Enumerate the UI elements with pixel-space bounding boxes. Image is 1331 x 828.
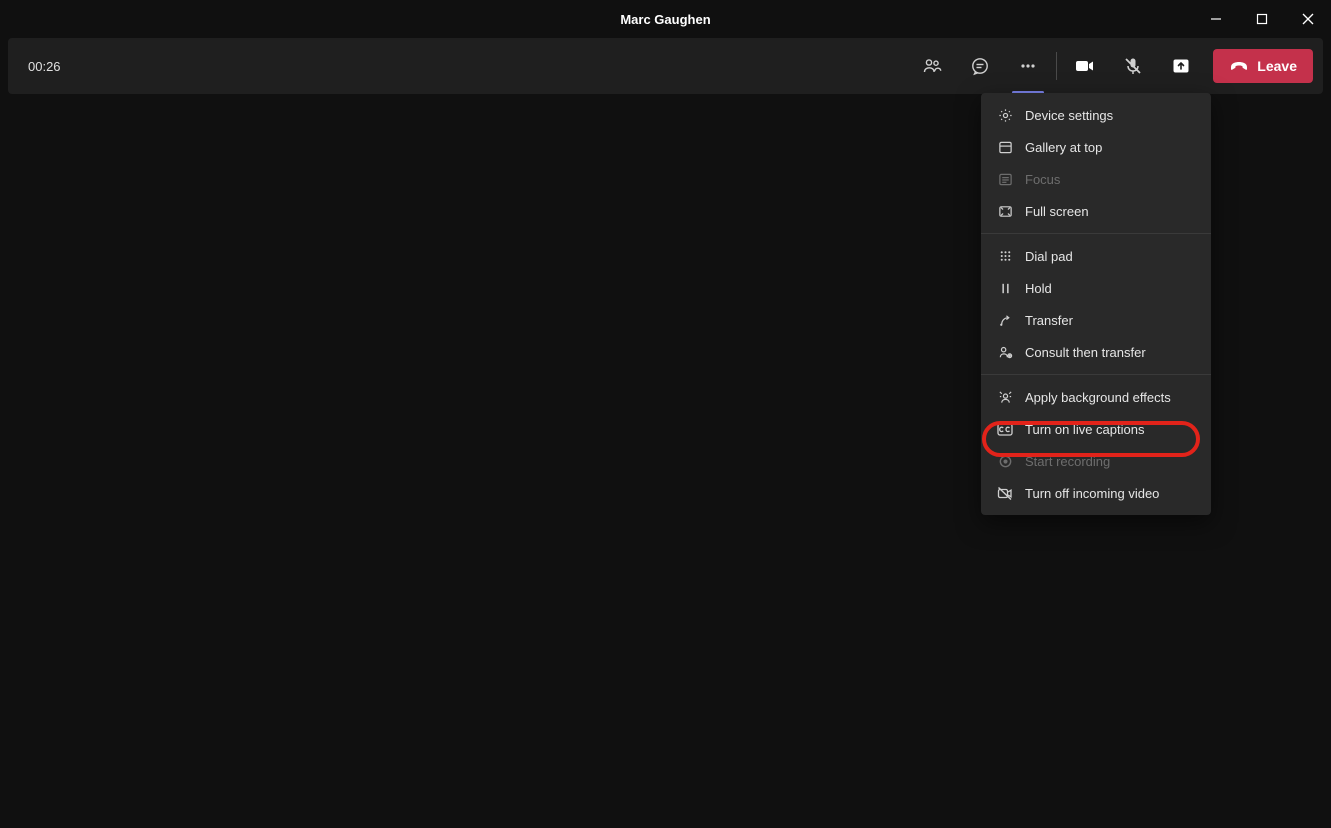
menu-item-gallery-top[interactable]: Gallery at top <box>981 131 1211 163</box>
menu-item-label: Turn off incoming video <box>1025 486 1159 501</box>
gallery-top-icon <box>997 139 1013 155</box>
people-icon <box>922 56 942 76</box>
more-actions-button[interactable] <box>1004 38 1052 94</box>
focus-icon <box>997 171 1013 187</box>
menu-item-label: Focus <box>1025 172 1060 187</box>
more-actions-menu: Device settings Gallery at top Focus Full s… <box>981 93 1211 515</box>
menu-item-dial-pad[interactable]: Dial pad <box>981 240 1211 272</box>
call-timer: 00:26 <box>28 59 61 74</box>
menu-item-label: Dial pad <box>1025 249 1073 264</box>
mic-button[interactable] <box>1109 38 1157 94</box>
maximize-button[interactable] <box>1239 0 1285 38</box>
hangup-icon <box>1229 59 1249 73</box>
menu-item-label: Turn on live captions <box>1025 422 1144 437</box>
mic-muted-icon <box>1123 56 1143 76</box>
menu-item-focus: Focus <box>981 163 1211 195</box>
menu-item-label: Consult then transfer <box>1025 345 1146 360</box>
menu-item-consult-transfer[interactable]: Consult then transfer <box>981 336 1211 368</box>
menu-item-transfer[interactable]: Transfer <box>981 304 1211 336</box>
menu-item-label: Device settings <box>1025 108 1113 123</box>
consult-transfer-icon <box>997 344 1013 360</box>
transfer-icon <box>997 312 1013 328</box>
menu-separator <box>981 233 1211 234</box>
menu-item-label: Full screen <box>1025 204 1089 219</box>
call-tools: Leave <box>908 38 1313 94</box>
leave-label: Leave <box>1257 58 1297 74</box>
bg-effects-icon <box>997 389 1013 405</box>
cc-icon <box>997 421 1013 437</box>
menu-item-label: Transfer <box>1025 313 1073 328</box>
window-title: Marc Gaughen <box>620 12 710 27</box>
close-button[interactable] <box>1285 0 1331 38</box>
menu-item-label: Hold <box>1025 281 1052 296</box>
menu-item-incoming-video-off[interactable]: Turn off incoming video <box>981 477 1211 509</box>
menu-item-start-recording: Start recording <box>981 445 1211 477</box>
menu-item-label: Apply background effects <box>1025 390 1171 405</box>
camera-button[interactable] <box>1061 38 1109 94</box>
toolbar-separator <box>1056 52 1057 80</box>
dialpad-icon <box>997 248 1013 264</box>
menu-item-full-screen[interactable]: Full screen <box>981 195 1211 227</box>
titlebar: Marc Gaughen <box>0 0 1331 38</box>
leave-button[interactable]: Leave <box>1213 49 1313 83</box>
chat-button[interactable] <box>956 38 1004 94</box>
menu-item-bg-effects[interactable]: Apply background effects <box>981 381 1211 413</box>
hold-icon <box>997 280 1013 296</box>
video-off-icon <box>997 485 1013 501</box>
window-controls <box>1193 0 1331 38</box>
menu-item-label: Start recording <box>1025 454 1110 469</box>
menu-separator <box>981 374 1211 375</box>
menu-item-hold[interactable]: Hold <box>981 272 1211 304</box>
share-button[interactable] <box>1157 38 1205 94</box>
call-control-bar: 00:26 <box>8 38 1323 94</box>
gear-icon <box>997 107 1013 123</box>
minimize-button[interactable] <box>1193 0 1239 38</box>
menu-item-device-settings[interactable]: Device settings <box>981 99 1211 131</box>
menu-item-label: Gallery at top <box>1025 140 1102 155</box>
record-icon <box>997 453 1013 469</box>
participants-button[interactable] <box>908 38 956 94</box>
camera-icon <box>1074 56 1096 76</box>
fullscreen-icon <box>997 203 1013 219</box>
menu-item-live-captions[interactable]: Turn on live captions <box>981 413 1211 445</box>
more-icon <box>1018 56 1038 76</box>
share-screen-icon <box>1171 56 1191 76</box>
chat-icon <box>970 56 990 76</box>
